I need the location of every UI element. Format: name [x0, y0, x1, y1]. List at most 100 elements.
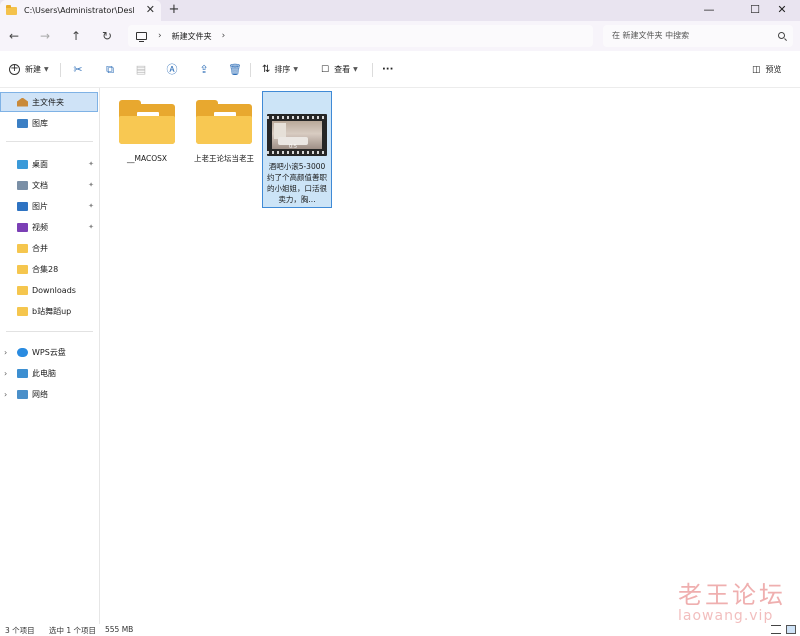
sidebar-item-label: 桌面	[32, 159, 48, 169]
sort-button[interactable]: ⇅ 排序 ▼	[262, 61, 298, 78]
chevron-right-icon[interactable]: ›	[4, 390, 7, 399]
navigation-pane: 主文件夹 图库 桌面 ✦ 文档 ✦ 图片 ✦ 视频 ✦ 合并 合集28 Down…	[0, 88, 100, 624]
pin-icon[interactable]: ✦	[88, 181, 94, 189]
gallery-icon	[17, 118, 28, 128]
preview-label: 预览	[765, 65, 782, 74]
sidebar-item-merge[interactable]: 合并	[0, 238, 98, 258]
divider	[372, 63, 373, 77]
search-icon	[778, 32, 785, 39]
chevron-right-icon[interactable]: ›	[222, 31, 226, 41]
pin-icon[interactable]: ✦	[88, 223, 94, 231]
title-bar: C:\Users\Administrator\Desktop ✕ + — ☐ ✕	[0, 0, 800, 21]
sidebar-item-pictures[interactable]: 图片 ✦	[0, 196, 98, 216]
sidebar-item-documents[interactable]: 文档 ✦	[0, 175, 98, 195]
sidebar-item-label: 视频	[32, 222, 48, 232]
video-thumbnail: 0:5	[267, 114, 327, 156]
chevron-right-icon[interactable]: ›	[4, 369, 7, 378]
sidebar-item-label: 合集28	[32, 264, 59, 274]
divider	[6, 141, 93, 142]
computer-icon	[17, 368, 28, 378]
sidebar-item-collection28[interactable]: 合集28	[0, 259, 98, 279]
back-button[interactable]: ←	[5, 28, 23, 44]
sidebar-item-network[interactable]: › 网络	[0, 384, 98, 404]
sidebar-item-label: 图片	[32, 201, 48, 211]
item-count: 3 个项目	[5, 626, 35, 635]
chevron-right-icon[interactable]: ›	[158, 31, 162, 41]
sidebar-item-bilibili-dance[interactable]: b站舞蹈up	[0, 301, 98, 321]
large-icons-view-icon[interactable]	[786, 625, 796, 634]
preview-button[interactable]: ◫ 预览	[752, 61, 782, 78]
video-duration: 0:5	[289, 144, 298, 150]
home-icon	[17, 97, 28, 107]
new-button[interactable]: + 新建 ▼	[9, 61, 49, 78]
list-item-video[interactable]: 0:5 酒吧小滚5-3000约了个高颜值善职的小姐姐，口活很卖力，胸...	[262, 91, 332, 208]
sidebar-item-gallery[interactable]: 图库	[0, 113, 98, 133]
sidebar-item-label: 此电脑	[32, 368, 56, 378]
folder-icon	[17, 264, 28, 274]
sidebar-item-label: b站舞蹈up	[32, 306, 72, 316]
navigation-bar: ← → ↑ ↻ › 新建文件夹 › 在 新建文件夹 中搜索	[0, 21, 800, 51]
sidebar-item-label: 图库	[32, 118, 48, 128]
new-tab-button[interactable]: +	[166, 2, 182, 18]
selection-size: 555 MB	[105, 625, 134, 634]
sidebar-item-wps-cloud[interactable]: › WPS云盘	[0, 342, 98, 362]
tab-title: C:\Users\Administrator\Desktop	[24, 6, 134, 15]
file-name: 上老王论坛当老王	[194, 154, 254, 163]
watermark-text: 老王论坛	[678, 581, 786, 609]
list-item-folder[interactable]: __MACOSX	[111, 100, 183, 164]
chevron-right-icon[interactable]: ›	[4, 348, 7, 357]
sidebar-item-home[interactable]: 主文件夹	[0, 92, 98, 112]
forward-button[interactable]: →	[36, 28, 54, 44]
search-input[interactable]: 在 新建文件夹 中搜索	[603, 25, 793, 47]
watermark-url: laowang.vip	[678, 608, 774, 624]
view-button[interactable]: ☐ 查看 ▼	[321, 61, 358, 78]
share-icon[interactable]: ⇪	[197, 63, 211, 77]
sidebar-item-label: WPS云盘	[32, 347, 66, 357]
more-options-button[interactable]: ···	[382, 61, 393, 78]
address-bar[interactable]: › 新建文件夹 ›	[128, 25, 593, 47]
file-name: __MACOSX	[126, 154, 167, 163]
sidebar-item-label: Downloads	[32, 285, 76, 295]
tab-close-icon[interactable]: ✕	[146, 3, 155, 16]
sort-icon: ⇅	[262, 64, 271, 75]
videos-icon	[17, 222, 28, 232]
sidebar-item-label: 主文件夹	[32, 97, 64, 107]
folder-icon	[17, 243, 28, 253]
folder-icon	[17, 306, 28, 316]
up-button[interactable]: ↑	[67, 28, 85, 44]
tab-desktop[interactable]: C:\Users\Administrator\Desktop ✕	[0, 0, 161, 21]
computer-icon	[136, 32, 147, 42]
cloud-icon	[17, 347, 28, 357]
breadcrumb-folder[interactable]: 新建文件夹	[172, 31, 212, 42]
details-view-icon[interactable]	[771, 625, 781, 634]
list-item-folder[interactable]: 上老王论坛当老王	[188, 100, 260, 164]
sidebar-item-this-pc[interactable]: › 此电脑	[0, 363, 98, 383]
sidebar-item-videos[interactable]: 视频 ✦	[0, 217, 98, 237]
sidebar-item-label: 合并	[32, 243, 48, 253]
paste-icon[interactable]: ▤	[134, 63, 148, 77]
delete-icon[interactable]: 🗑	[228, 63, 242, 77]
pin-icon[interactable]: ✦	[88, 160, 94, 168]
search-placeholder: 在 新建文件夹 中搜索	[612, 31, 690, 40]
refresh-button[interactable]: ↻	[98, 28, 116, 44]
rename-icon[interactable]: Ⓐ	[165, 63, 179, 77]
folder-icon	[6, 4, 17, 15]
new-label: 新建	[25, 65, 41, 74]
divider	[250, 63, 251, 77]
copy-icon[interactable]: ⧉	[103, 63, 117, 77]
chevron-down-icon: ▼	[293, 66, 299, 73]
network-icon	[17, 389, 28, 399]
pin-icon[interactable]: ✦	[88, 202, 94, 210]
sidebar-item-desktop[interactable]: 桌面 ✦	[0, 154, 98, 174]
view-icon: ☐	[321, 64, 330, 75]
documents-icon	[17, 180, 28, 190]
file-name: 酒吧小滚5-3000约了个高颜值善职的小姐姐，口活很卖力，胸...	[267, 162, 327, 204]
pictures-icon	[17, 201, 28, 211]
view-label: 查看	[334, 65, 351, 74]
cut-icon[interactable]: ✂	[71, 63, 85, 77]
close-window-button[interactable]: ✕	[764, 0, 800, 21]
folder-icon	[119, 100, 175, 144]
sidebar-item-label: 文档	[32, 180, 48, 190]
sidebar-item-downloads[interactable]: Downloads	[0, 280, 98, 300]
minimize-button[interactable]: —	[691, 0, 727, 21]
